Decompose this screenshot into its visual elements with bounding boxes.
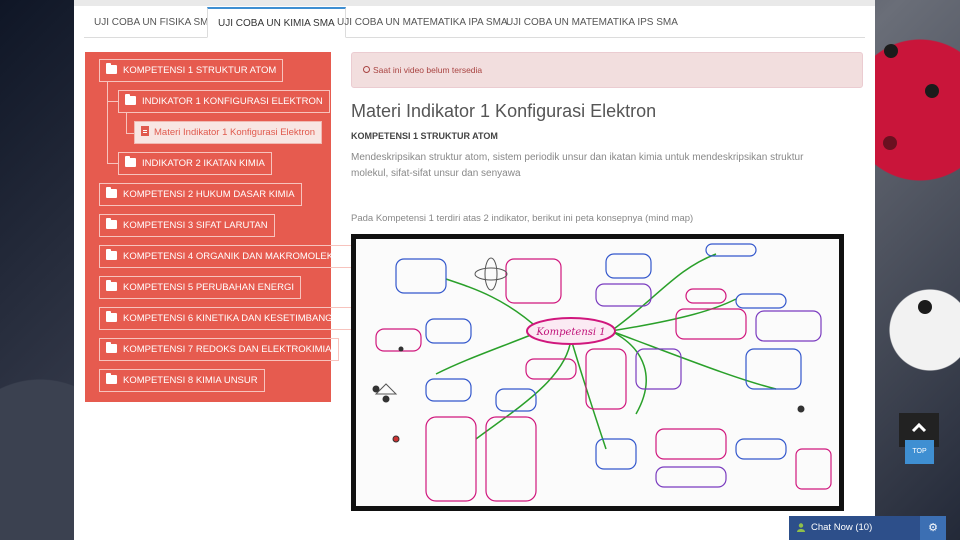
- tab-fisika[interactable]: UJI COBA UN FISIKA SMA: [84, 8, 225, 38]
- sidebar-item-label: INDIKATOR 2 IKATAN KIMIA: [142, 158, 265, 169]
- sidebar-item-kompetensi-7[interactable]: KOMPETENSI 7 REDOKS DAN ELEKTROKIMIA: [99, 338, 339, 361]
- sidebar-item-label: KOMPETENSI 2 HUKUM DASAR KIMIA: [123, 189, 295, 200]
- sidebar-item-label: KOMPETENSI 5 PERUBAHAN ENERGI: [123, 282, 295, 293]
- page-description: Mendeskripsikan struktur atom, sistem pe…: [351, 152, 804, 179]
- mindmap-intro: Pada Kompetensi 1 terdiri atas 2 indikat…: [351, 213, 694, 224]
- gear-icon: ⚙: [928, 522, 938, 534]
- tab-matematika-ipa[interactable]: UJI COBA UN MATEMATIKA IPA SMA: [327, 8, 518, 38]
- sidebar-item-kompetensi-3[interactable]: KOMPETENSI 3 SIFAT LARUTAN: [99, 214, 275, 237]
- chevron-up-icon: [911, 422, 927, 433]
- document-icon: [141, 126, 149, 136]
- folder-open-icon: [125, 94, 136, 105]
- alert-text: Saat ini video belum tersedia: [373, 65, 483, 75]
- folder-icon: [106, 373, 117, 384]
- sidebar-item-indikator-2[interactable]: INDIKATOR 2 IKATAN KIMIA: [118, 152, 272, 175]
- scroll-top-button[interactable]: TOP: [905, 440, 934, 464]
- folder-icon: [125, 156, 136, 167]
- main-panel: UJI COBA UN FISIKA SMA UJI COBA UN KIMIA…: [74, 0, 875, 540]
- sidebar-item-kompetensi-1[interactable]: KOMPETENSI 1 STRUKTUR ATOM: [99, 59, 284, 82]
- folder-icon: [106, 187, 117, 198]
- sidebar-item-kompetensi-6[interactable]: KOMPETENSI 6 KINETIKA DAN KESETIMBANGAN: [99, 307, 353, 330]
- chat-label: Chat Now (10): [811, 522, 873, 533]
- sidebar-item-materi-indikator-1[interactable]: Materi Indikator 1 Konfigurasi Elektron: [134, 121, 323, 144]
- info-circle-icon: [363, 66, 370, 73]
- mindmap-image: Kompetensi 1: [351, 234, 844, 511]
- folder-icon: [106, 280, 117, 291]
- sidebar-item-kompetensi-5[interactable]: KOMPETENSI 5 PERUBAHAN ENERGI: [99, 276, 302, 299]
- sidebar-item-label: Materi Indikator 1 Konfigurasi Elektron: [154, 127, 316, 138]
- folder-icon: [106, 342, 117, 353]
- chat-settings-button[interactable]: ⚙: [920, 516, 946, 540]
- sidebar-item-label: KOMPETENSI 6 KINETIKA DAN KESETIMBANGAN: [123, 313, 346, 324]
- tab-kimia[interactable]: UJI COBA UN KIMIA SMA: [207, 7, 346, 38]
- sidebar-item-label: KOMPETENSI 7 REDOKS DAN ELEKTROKIMIA: [123, 344, 332, 355]
- sidebar-item-label: KOMPETENSI 3 SIFAT LARUTAN: [123, 220, 268, 231]
- course-tabs: UJI COBA UN FISIKA SMA UJI COBA UN KIMIA…: [84, 7, 865, 38]
- sidebar-item-kompetensi-2[interactable]: KOMPETENSI 2 HUKUM DASAR KIMIA: [99, 183, 302, 206]
- sidebar-item-label: KOMPETENSI 1 STRUKTUR ATOM: [123, 65, 277, 76]
- folder-icon: [106, 311, 117, 322]
- folder-icon: [106, 249, 117, 260]
- person-icon: [797, 523, 805, 532]
- folder-open-icon: [106, 63, 117, 74]
- page-subtitle: KOMPETENSI 1 STRUKTUR ATOM: [351, 131, 498, 141]
- sidebar-tree: KOMPETENSI 1 STRUKTUR ATOM INDIKATOR 1 K…: [85, 52, 353, 402]
- mindmap-drawing: Kompetensi 1: [372, 243, 832, 502]
- folder-icon: [106, 218, 117, 229]
- mindmap-canvas: Kompetensi 1: [356, 239, 839, 506]
- top-strip: [74, 0, 875, 6]
- sidebar-item-label: INDIKATOR 1 KONFIGURASI ELEKTRON: [142, 96, 323, 107]
- video-unavailable-alert: Saat ini video belum tersedia: [351, 52, 863, 88]
- sidebar-item-kompetensi-8[interactable]: KOMPETENSI 8 KIMIA UNSUR: [99, 369, 265, 392]
- sidebar-item-label: KOMPETENSI 8 KIMIA UNSUR: [123, 375, 258, 386]
- mindmap-center-label: Kompetensi 1: [535, 327, 605, 338]
- sidebar-item-label: KOMPETENSI 4 ORGANIK DAN MAKROMOLEKUL: [123, 251, 346, 262]
- sidebar-item-indikator-1[interactable]: INDIKATOR 1 KONFIGURASI ELEKTRON: [118, 90, 330, 113]
- page-title: Materi Indikator 1 Konfigurasi Elektron: [351, 101, 657, 121]
- chat-bar[interactable]: Chat Now (10) ⚙: [789, 516, 946, 540]
- tab-matematika-ips[interactable]: UJI COBA UN MATEMATIKA IPS SMA: [496, 8, 688, 38]
- sidebar-item-kompetensi-4[interactable]: KOMPETENSI 4 ORGANIK DAN MAKROMOLEKUL: [99, 245, 353, 268]
